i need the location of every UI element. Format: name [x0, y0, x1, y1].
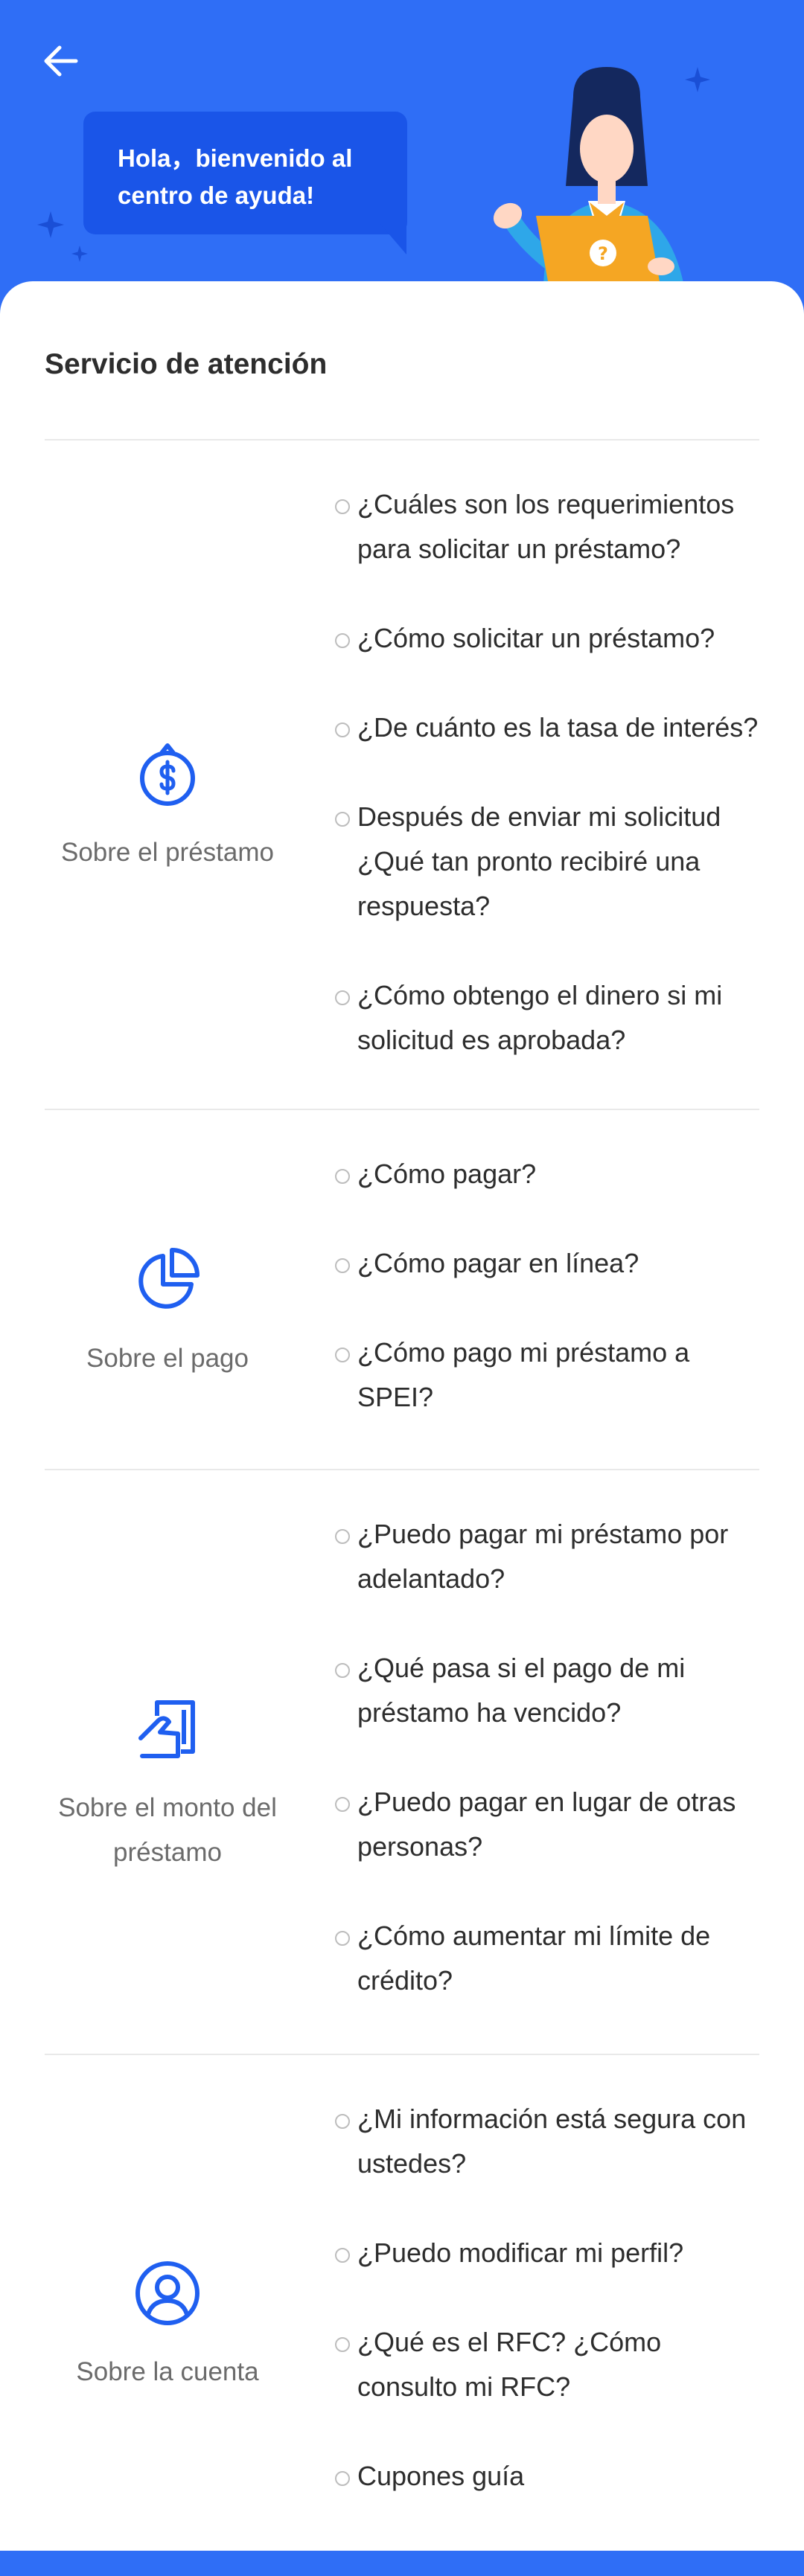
- question-item[interactable]: ¿Cuáles son los requerimientos para soli…: [335, 482, 767, 571]
- welcome-text: Hola，bienvenido al centro de ayuda!: [118, 144, 353, 209]
- question-item[interactable]: ¿Cómo pagar?: [335, 1152, 767, 1196]
- question-item[interactable]: ¿Cómo solicitar un préstamo?: [335, 616, 767, 661]
- question-item[interactable]: Cupones guía: [335, 2454, 767, 2499]
- question-item[interactable]: ¿Cómo obtengo el dinero si mi solicitud …: [335, 973, 767, 1063]
- section-loan: ¿Cuáles son los requerimientos para soli…: [45, 439, 759, 1109]
- question-list: ¿Cómo pagar? ¿Cómo pagar en línea? ¿Cómo…: [335, 1152, 767, 1420]
- question-item[interactable]: ¿Puedo pagar en lugar de otras personas?: [335, 1780, 767, 1869]
- sparkle-icon: [71, 246, 88, 262]
- support-agent-illustration: ?: [493, 67, 692, 305]
- section-header[interactable]: Sobre la cuenta: [45, 2258, 290, 2394]
- money-bag-icon: [140, 743, 195, 806]
- pie-chart-icon: [138, 1248, 200, 1309]
- hand-card-icon: [138, 1700, 195, 1758]
- section-label: Sobre el monto del préstamo: [58, 1793, 277, 1867]
- question-item[interactable]: ¿Qué es el RFC? ¿Cómo consulto mi RFC?: [335, 2320, 767, 2409]
- header: Hola，bienvenido al centro de ayuda! ?: [0, 0, 804, 305]
- question-item[interactable]: ¿Mi información está segura con ustedes?: [335, 2097, 767, 2186]
- user-icon: [135, 2261, 200, 2325]
- question-item[interactable]: ¿Puedo pagar mi préstamo por adelantado?: [335, 1512, 767, 1601]
- section-header[interactable]: Sobre el préstamo: [45, 738, 290, 875]
- question-item[interactable]: ¿Cómo pago mi préstamo a SPEI?: [335, 1330, 767, 1420]
- question-list: ¿Cuáles son los requerimientos para soli…: [335, 482, 767, 1063]
- section-loan-amount: ¿Puedo pagar mi préstamo por adelantado?…: [45, 1469, 759, 2054]
- question-item[interactable]: Después de enviar mi solicitud ¿Qué tan …: [335, 795, 767, 929]
- welcome-bubble: Hola，bienvenido al centro de ayuda!: [83, 112, 407, 234]
- card-title: Servicio de atención: [45, 348, 328, 380]
- section-header[interactable]: Sobre el pago: [45, 1244, 290, 1381]
- question-list: ¿Mi información está segura con ustedes?…: [335, 2097, 767, 2499]
- help-center-card: Servicio de atención ¿Cuáles son los req…: [0, 281, 804, 2551]
- section-label: Sobre la cuenta: [76, 2357, 259, 2386]
- svg-text:?: ?: [598, 243, 608, 264]
- section-label: Sobre el préstamo: [61, 838, 274, 867]
- section-header[interactable]: Sobre el monto del préstamo: [45, 1694, 290, 1875]
- arrow-left-icon: [44, 45, 78, 77]
- bubble-tail: [380, 223, 406, 254]
- bottom-bar: [0, 2551, 804, 2576]
- question-item[interactable]: ¿Cómo aumentar mi límite de crédito?: [335, 1914, 767, 2003]
- sparkle-icon: [37, 211, 64, 238]
- section-label: Sobre el pago: [86, 1344, 249, 1373]
- section-account: ¿Mi información está segura con ustedes?…: [45, 2054, 759, 2530]
- question-item[interactable]: ¿Cómo pagar en línea?: [335, 1241, 767, 1286]
- question-item[interactable]: ¿Qué pasa si el pago de mi préstamo ha v…: [335, 1646, 767, 1735]
- question-item[interactable]: ¿Puedo modificar mi perfil?: [335, 2231, 767, 2275]
- section-payment: ¿Cómo pagar? ¿Cómo pagar en línea? ¿Cómo…: [45, 1109, 759, 1469]
- question-item[interactable]: ¿De cuánto es la tasa de interés?: [335, 705, 767, 750]
- question-list: ¿Puedo pagar mi préstamo por adelantado?…: [335, 1512, 767, 2003]
- back-button[interactable]: [39, 39, 83, 83]
